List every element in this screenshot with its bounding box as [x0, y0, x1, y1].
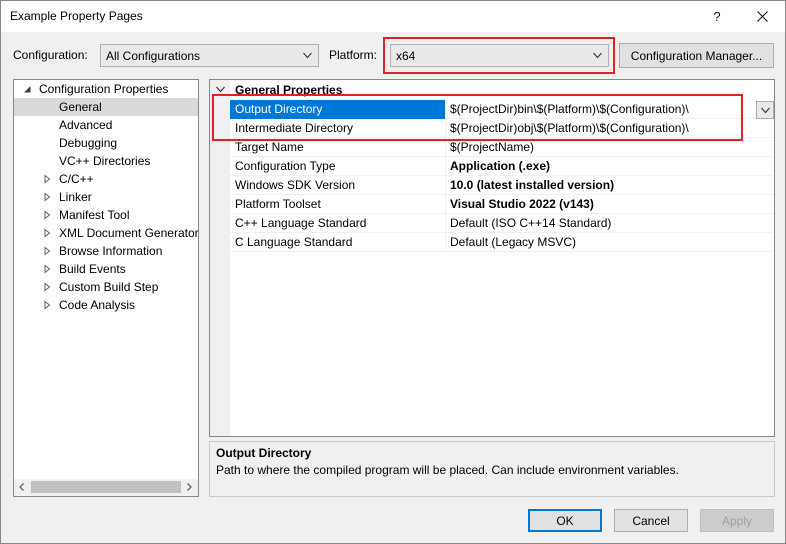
configuration-combobox[interactable]: All Configurations — [100, 44, 319, 67]
tree-item-label: General — [59, 100, 102, 114]
chevron-down-icon — [303, 52, 312, 59]
collapsed-triangle-icon[interactable] — [42, 246, 52, 256]
tree-item-label: Code Analysis — [59, 298, 136, 312]
property-value[interactable]: $(ProjectDir)obj\$(Platform)\$(Configura… — [447, 119, 774, 138]
collapsed-triangle-icon[interactable] — [42, 264, 52, 274]
collapsed-triangle-icon[interactable] — [42, 192, 52, 202]
collapsed-triangle-icon[interactable] — [42, 174, 52, 184]
property-row[interactable]: Windows SDK Version 10.0 (latest installe… — [230, 176, 774, 195]
tree-item-label: Advanced — [59, 118, 113, 132]
platform-value: x64 — [396, 49, 416, 63]
tree-item[interactable]: Browse Information — [14, 242, 198, 260]
help-icon: ? — [713, 9, 721, 24]
grid-gutter — [210, 80, 230, 436]
property-value[interactable]: $(ProjectName) — [447, 138, 774, 157]
scroll-right-icon[interactable] — [184, 482, 194, 492]
tree-item[interactable]: General — [14, 98, 198, 116]
tree-item[interactable]: Advanced — [14, 116, 198, 134]
property-row[interactable]: Output Directory $(ProjectDir)bin\$(Platf… — [230, 100, 774, 119]
tree-item-label: VC++ Directories — [59, 154, 151, 168]
property-name: Output Directory — [230, 100, 446, 119]
property-value[interactable]: 10.0 (latest installed version) — [447, 176, 774, 195]
property-value[interactable]: Visual Studio 2022 (v143) — [447, 195, 774, 214]
property-name: Target Name — [230, 138, 446, 157]
description-text: Path to where the compiled program will … — [216, 463, 679, 477]
property-row[interactable]: Configuration Type Application (.exe) — [230, 157, 774, 176]
scrollbar-thumb[interactable] — [31, 481, 181, 493]
close-button[interactable] — [739, 1, 785, 32]
property-name: Platform Toolset — [230, 195, 446, 214]
property-value[interactable]: Default (ISO C++14 Standard) — [447, 214, 774, 233]
collapsed-triangle-icon[interactable] — [42, 282, 52, 292]
platform-label: Platform: — [329, 48, 378, 62]
tree-item-label: Linker — [59, 190, 92, 204]
tree-item[interactable]: C/C++ — [14, 170, 198, 188]
property-name: C Language Standard — [230, 233, 446, 252]
tree-item[interactable]: XML Document Generator — [14, 224, 199, 242]
configuration-label: Configuration: — [13, 48, 88, 62]
property-name: C++ Language Standard — [230, 214, 446, 233]
chevron-down-icon — [593, 52, 602, 59]
collapsed-triangle-icon[interactable] — [42, 228, 52, 238]
property-row[interactable]: Platform Toolset Visual Studio 2022 (v143… — [230, 195, 774, 214]
tree-item-label: Configuration Properties — [39, 82, 169, 96]
tree-item-label: XML Document Generator — [59, 226, 199, 240]
window-title: Example Property Pages — [10, 9, 143, 23]
chevron-down-icon — [761, 107, 770, 114]
property-value[interactable]: $(ProjectDir)bin\$(Platform)\$(Configura… — [447, 100, 774, 119]
cancel-button[interactable]: Cancel — [614, 509, 688, 532]
tree-horizontal-scrollbar[interactable] — [14, 479, 198, 496]
property-row[interactable]: C++ Language Standard Default (ISO C++14 … — [230, 214, 774, 233]
tree-item-label: C/C++ — [59, 172, 94, 186]
tree-item-label: Build Events — [59, 262, 126, 276]
property-name: Intermediate Directory — [230, 119, 446, 138]
ok-button[interactable]: OK — [528, 509, 602, 532]
property-value[interactable]: Default (Legacy MSVC) — [447, 233, 774, 252]
property-value[interactable]: Application (.exe) — [447, 157, 774, 176]
property-name: Windows SDK Version — [230, 176, 446, 195]
tree-item[interactable]: Manifest Tool — [14, 206, 198, 224]
property-row[interactable]: Target Name $(ProjectName) — [230, 138, 774, 157]
category-row-general-properties[interactable]: General Properties — [210, 80, 774, 98]
property-dropdown-button[interactable] — [756, 101, 774, 119]
scroll-left-icon[interactable] — [17, 482, 27, 492]
tree-item[interactable]: Debugging — [14, 134, 198, 152]
property-row[interactable]: C Language Standard Default (Legacy MSVC) — [230, 233, 774, 252]
expanded-triangle-icon[interactable] — [22, 84, 32, 94]
tree-item-label: Manifest Tool — [59, 208, 130, 222]
tree-item[interactable]: Custom Build Step — [14, 278, 198, 296]
configuration-value: All Configurations — [106, 49, 201, 63]
apply-button[interactable]: Apply — [700, 509, 774, 532]
tree-item-label: Browse Information — [59, 244, 163, 258]
collapse-icon[interactable] — [216, 85, 225, 94]
tree-item[interactable]: Code Analysis — [14, 296, 198, 314]
tree-item[interactable]: Linker — [14, 188, 198, 206]
property-row[interactable]: Intermediate Directory $(ProjectDir)obj\$… — [230, 119, 774, 138]
tree-item[interactable]: Build Events — [14, 260, 198, 278]
property-pages-window: Example Property Pages ? Configuration: … — [0, 0, 786, 544]
description-title: Output Directory — [216, 446, 312, 460]
category-tree[interactable]: Configuration Properties General Advanced D… — [13, 79, 199, 497]
tree-item-label: Debugging — [59, 136, 118, 150]
property-grid[interactable]: General Properties Output Directory $(Pro… — [209, 79, 775, 437]
tree-item[interactable]: Configuration Properties — [14, 80, 198, 98]
help-button[interactable]: ? — [694, 1, 740, 32]
platform-combobox[interactable]: x64 — [390, 44, 609, 67]
title-bar[interactable]: Example Property Pages ? — [1, 1, 785, 32]
configuration-manager-button[interactable]: Configuration Manager... — [619, 43, 774, 68]
description-panel: Output Directory Path to where the compi… — [209, 441, 775, 497]
tree-item[interactable]: VC++ Directories — [14, 152, 198, 170]
property-name: Configuration Type — [230, 157, 446, 176]
tree-item-label: Custom Build Step — [59, 280, 159, 294]
collapsed-triangle-icon[interactable] — [42, 210, 52, 220]
collapsed-triangle-icon[interactable] — [42, 300, 52, 310]
category-label: General Properties — [235, 83, 343, 97]
close-icon — [756, 11, 768, 22]
